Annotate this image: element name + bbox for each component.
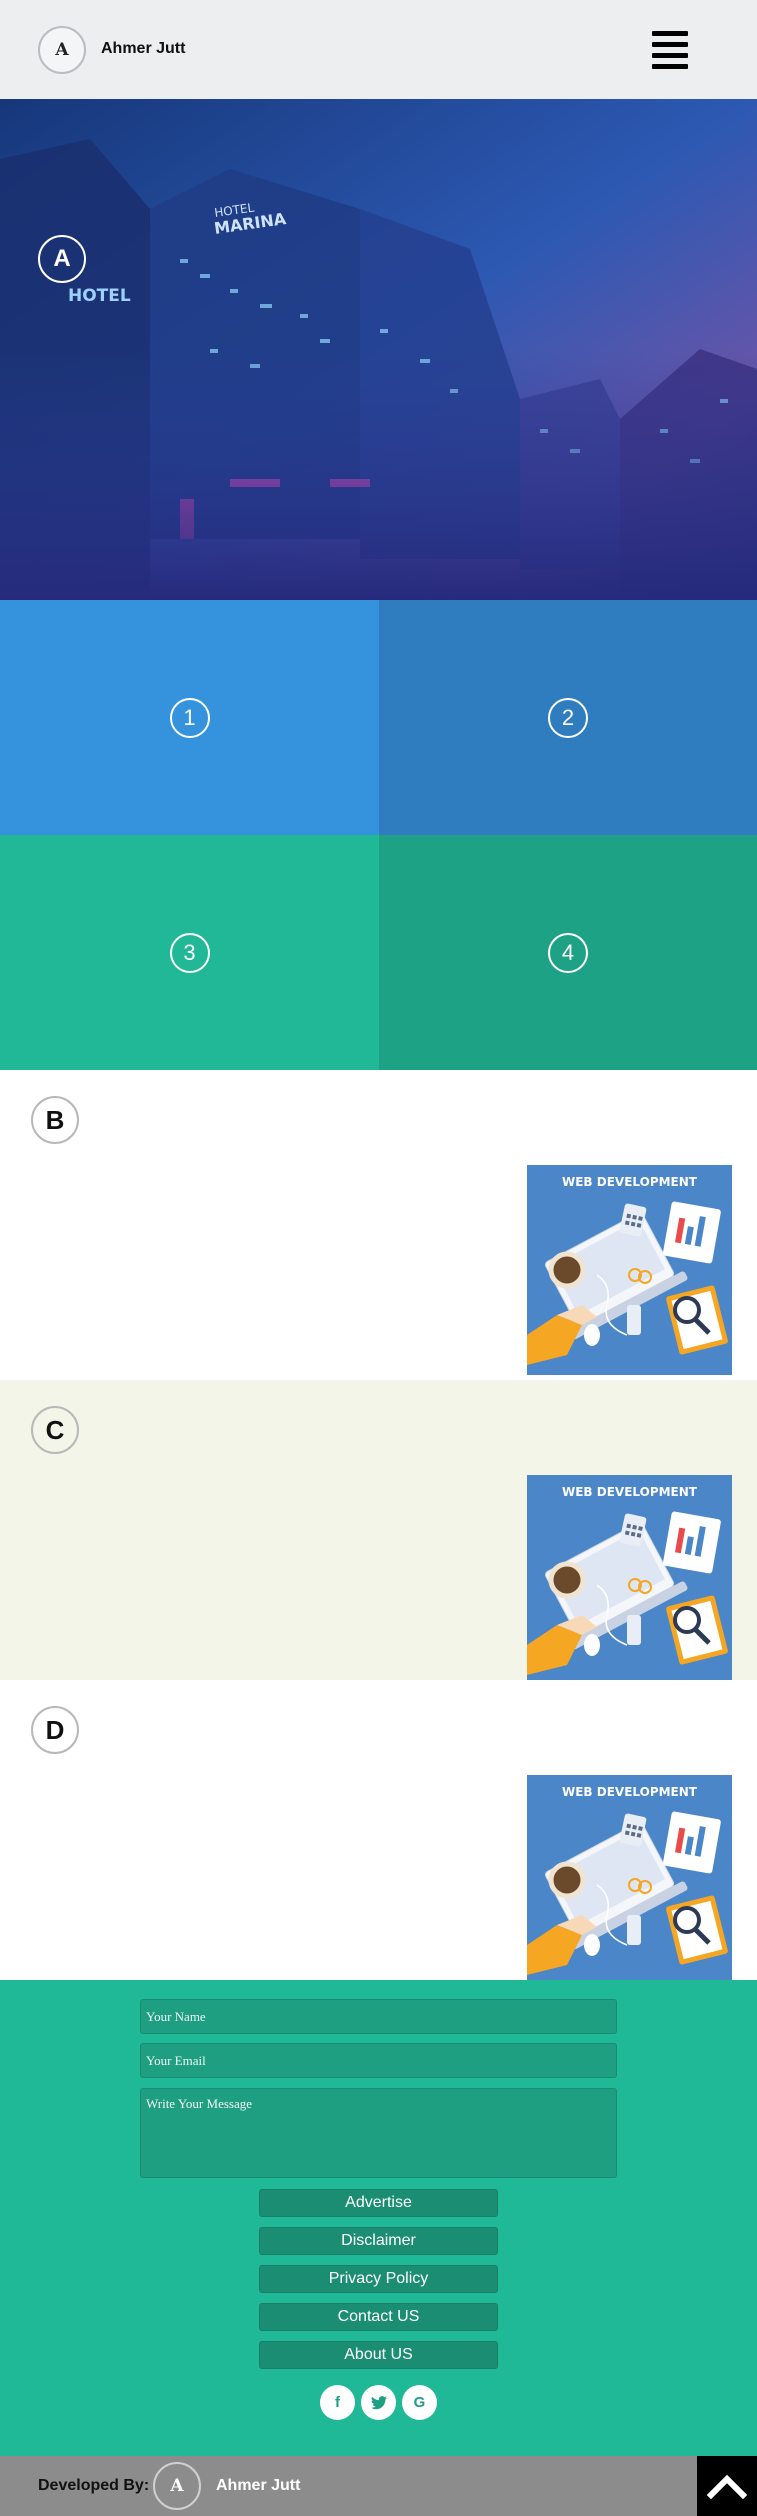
- web-development-image: WEB DEVELOPMENT: [527, 1475, 732, 1685]
- tile-number: 3: [169, 932, 210, 973]
- section-badge: B: [31, 1096, 79, 1144]
- image-title: WEB DEVELOPMENT: [562, 1485, 697, 1499]
- logo[interactable]: A: [38, 26, 86, 74]
- email-input[interactable]: [140, 2043, 617, 2078]
- web-development-image: WEB DEVELOPMENT: [527, 1775, 732, 1985]
- site-header: A Ahmer Jutt: [0, 0, 757, 99]
- name-input[interactable]: [140, 1999, 617, 2034]
- hotel-sign: HOTEL: [68, 286, 131, 306]
- tile-2[interactable]: 2: [379, 600, 757, 835]
- tile-number: 4: [548, 932, 588, 973]
- message-textarea[interactable]: [140, 2088, 617, 2178]
- image-title: WEB DEVELOPMENT: [562, 1785, 697, 1799]
- hamburger-menu-icon[interactable]: [652, 31, 688, 69]
- section-badge: D: [31, 1706, 79, 1754]
- twitter-icon[interactable]: [361, 2385, 396, 2420]
- contact-us-link[interactable]: Contact US: [259, 2303, 498, 2331]
- chevron-up-icon: [707, 2474, 747, 2499]
- section-b: B WEB DEVELOPMENT: [0, 1070, 757, 1375]
- logo-letter: A: [170, 2476, 184, 2496]
- web-development-image: WEB DEVELOPMENT: [527, 1165, 732, 1375]
- facebook-icon[interactable]: f: [320, 2385, 355, 2420]
- hero-badge: A: [38, 235, 86, 283]
- privacy-policy-link[interactable]: Privacy Policy: [259, 2265, 498, 2293]
- brand-name[interactable]: Ahmer Jutt: [101, 40, 185, 58]
- section-badge: C: [31, 1406, 79, 1454]
- google-icon[interactable]: G: [402, 2385, 437, 2420]
- disclaimer-link[interactable]: Disclaimer: [259, 2227, 498, 2255]
- logo-letter: A: [55, 40, 69, 60]
- tile-1[interactable]: 1: [0, 600, 379, 835]
- bottom-bar: Developed By: A Ahmer Jutt: [0, 2456, 757, 2516]
- developed-by-label: Developed By:: [38, 2477, 150, 2494]
- scroll-to-top-button[interactable]: [697, 2456, 757, 2516]
- developer-logo[interactable]: A: [153, 2462, 201, 2510]
- tile-4[interactable]: 4: [379, 835, 757, 1070]
- section-d: D WEB DEVELOPMENT: [0, 1680, 757, 1985]
- hero-cityscape-illustration: HOTEL MARINA HOTEL: [0, 99, 757, 600]
- developer-name[interactable]: Ahmer Jutt: [216, 2477, 300, 2495]
- tile-3[interactable]: 3: [0, 835, 379, 1070]
- tile-number: 2: [548, 697, 588, 738]
- footer: Advertise Disclaimer Privacy Policy Cont…: [0, 1980, 757, 2456]
- section-c: C WEB DEVELOPMENT: [0, 1380, 757, 1685]
- tile-number: 1: [169, 697, 210, 738]
- image-title: WEB DEVELOPMENT: [562, 1175, 697, 1189]
- about-us-link[interactable]: About US: [259, 2341, 498, 2369]
- hero-banner: HOTEL MARINA HOTEL A: [0, 99, 757, 600]
- advertise-link[interactable]: Advertise: [259, 2189, 498, 2217]
